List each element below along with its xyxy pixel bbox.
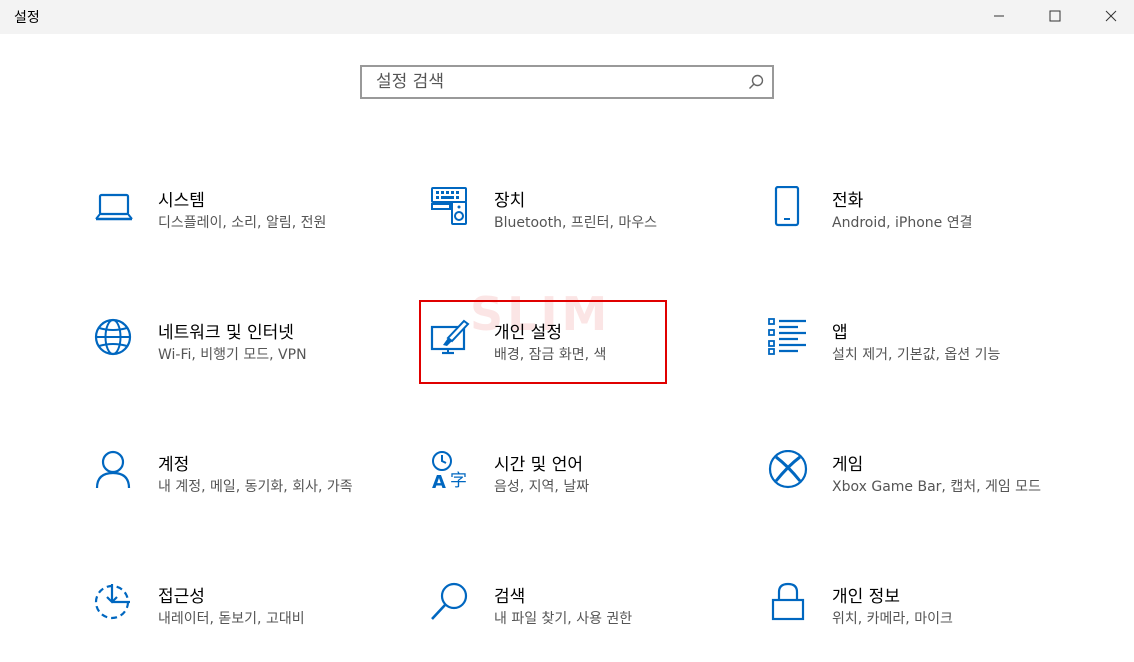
tile-subtitle: 위치, 카메라, 마이크 <box>832 611 953 627</box>
tile-system[interactable]: 시스템 디스플레이, 소리, 알림, 전원 <box>94 186 364 266</box>
tile-subtitle: 내 계정, 메일, 동기화, 회사, 가족 <box>158 479 353 495</box>
tile-subtitle: 내 파일 찾기, 사용 권한 <box>494 611 633 627</box>
tile-title: 전화 <box>832 191 864 211</box>
ease-of-access-icon <box>94 584 130 620</box>
tile-subtitle: Wi-Fi, 비행기 모드, VPN <box>158 347 307 363</box>
lock-icon <box>771 582 805 621</box>
search-icon <box>431 582 468 620</box>
laptop-icon <box>95 193 133 221</box>
tile-ease-of-access[interactable]: 접근성 내레이터, 돋보기, 고대비 <box>94 582 364 662</box>
tile-subtitle: Bluetooth, 프린터, 마우스 <box>494 215 658 231</box>
tile-phone[interactable]: 전화 Android, iPhone 연결 <box>768 186 1038 266</box>
tile-title: 게임 <box>832 455 864 475</box>
svg-text:字: 字 <box>450 471 467 490</box>
tile-subtitle: Xbox Game Bar, 캡처, 게임 모드 <box>832 479 1041 495</box>
tile-subtitle: 설치 제거, 기본값, 옵션 기능 <box>832 347 1001 363</box>
tile-time-language[interactable]: A 字 시간 및 언어 음성, 지역, 날짜 <box>430 450 700 530</box>
tile-title: 개인 정보 <box>832 587 900 607</box>
tile-title: 검색 <box>494 587 526 607</box>
apps-list-icon <box>768 318 806 355</box>
time-language-icon: A 字 <box>432 451 467 490</box>
tile-subtitle: 내레이터, 돋보기, 고대비 <box>158 611 305 627</box>
minimize-icon <box>994 15 1004 17</box>
tile-search[interactable]: 검색 내 파일 찾기, 사용 권한 <box>430 582 700 662</box>
tile-title: 접근성 <box>158 587 205 607</box>
tile-privacy[interactable]: 개인 정보 위치, 카메라, 마이크 <box>768 582 1038 662</box>
xbox-icon <box>768 450 808 489</box>
minimize-button[interactable] <box>976 0 1022 32</box>
tile-apps[interactable]: 앱 설치 제거, 기본값, 옵션 기능 <box>768 318 1038 398</box>
maximize-button[interactable] <box>1032 0 1078 32</box>
phone-icon <box>774 186 800 227</box>
search-magnifier-icon[interactable] <box>748 74 764 90</box>
tile-network[interactable]: 네트워크 및 인터넷 Wi-Fi, 비행기 모드, VPN <box>94 318 364 398</box>
search-input[interactable] <box>362 67 746 97</box>
window-title: 설정 <box>14 10 40 26</box>
tile-title: 네트워크 및 인터넷 <box>158 323 294 343</box>
tile-devices[interactable]: 장치 Bluetooth, 프린터, 마우스 <box>430 186 700 266</box>
tile-subtitle: Android, iPhone 연결 <box>832 215 973 231</box>
search-box[interactable] <box>360 65 774 99</box>
title-bar: 설정 <box>0 0 1134 34</box>
person-icon <box>95 450 131 489</box>
tile-gaming[interactable]: 게임 Xbox Game Bar, 캡처, 게임 모드 <box>768 450 1041 530</box>
close-button[interactable] <box>1088 0 1134 32</box>
highlight-box <box>419 300 667 384</box>
tile-title: 계정 <box>158 455 190 475</box>
tile-title: 앱 <box>832 323 848 343</box>
devices-icon <box>431 187 467 225</box>
tile-subtitle: 음성, 지역, 날짜 <box>494 479 590 495</box>
tile-title: 시간 및 언어 <box>494 455 584 475</box>
close-icon <box>1105 10 1117 22</box>
globe-icon <box>94 318 132 356</box>
tile-title: 시스템 <box>158 191 205 211</box>
tile-accounts[interactable]: 계정 내 계정, 메일, 동기화, 회사, 가족 <box>94 450 364 530</box>
maximize-icon <box>1049 10 1061 22</box>
svg-text:A: A <box>432 472 446 490</box>
tile-title: 장치 <box>494 191 526 211</box>
tile-subtitle: 디스플레이, 소리, 알림, 전원 <box>158 215 327 231</box>
